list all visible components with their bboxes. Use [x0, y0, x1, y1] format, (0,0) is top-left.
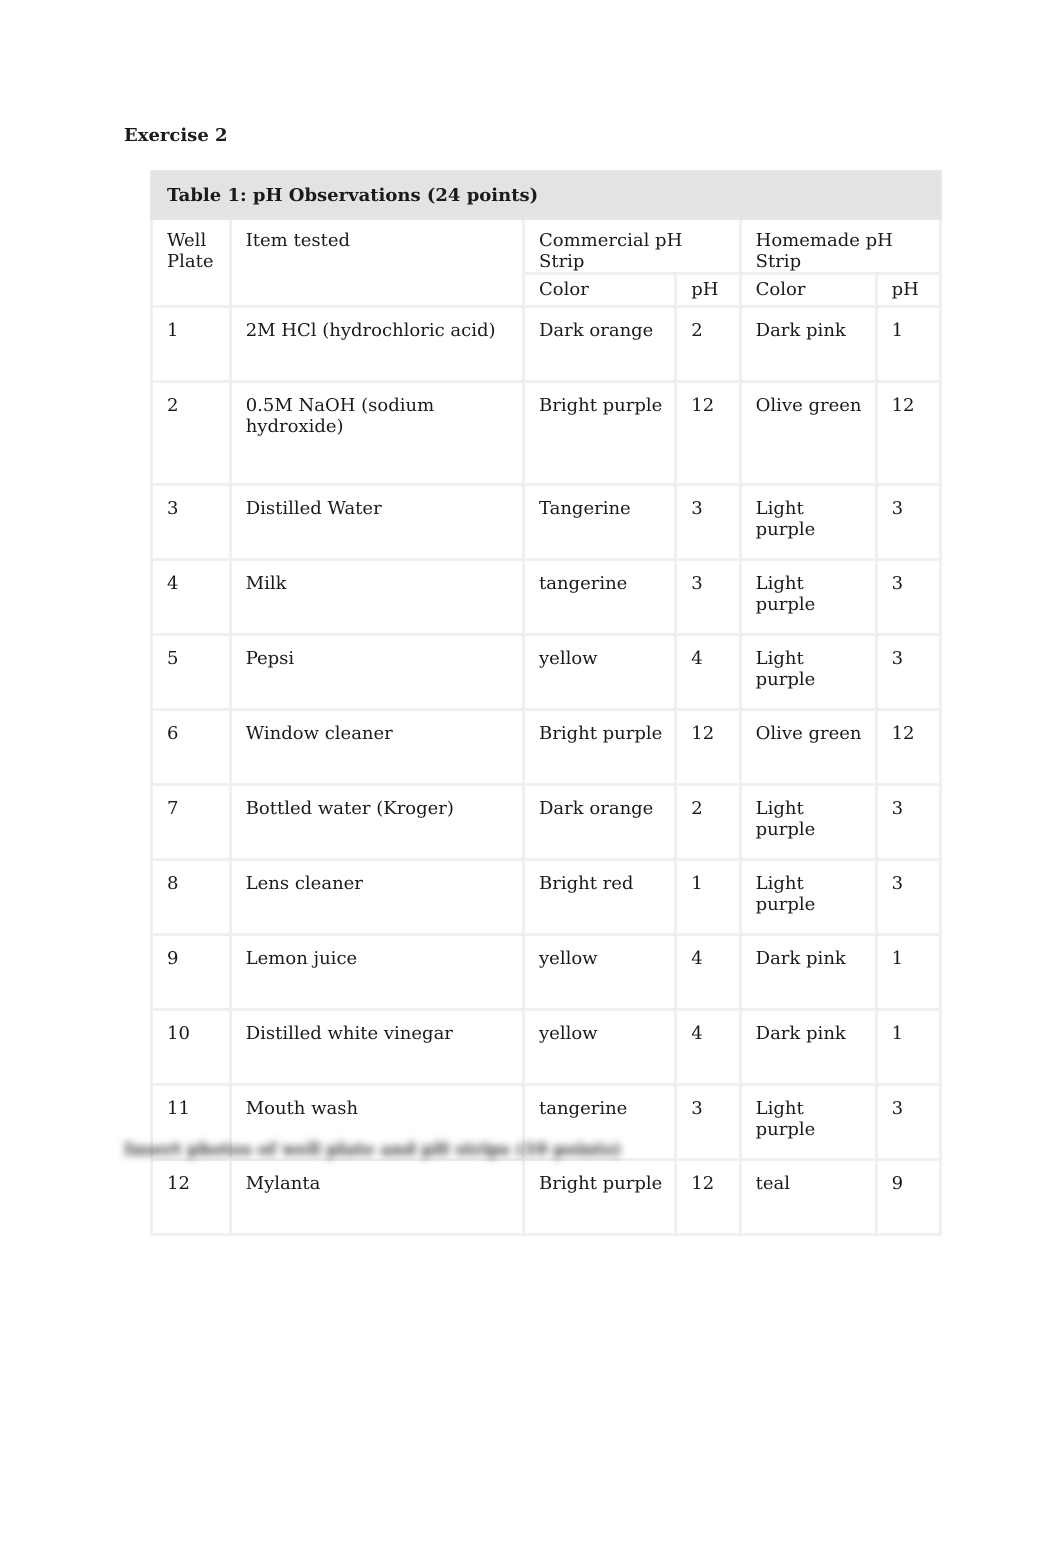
item-cell: 0.5M NaOH (sodium hydroxide)	[228, 380, 526, 486]
header-homemade-color: Color	[738, 272, 878, 308]
commercial-color-cell: tangerine	[521, 558, 678, 636]
homemade-color-cell: Dark pink	[738, 933, 878, 1011]
item-cell: Mylanta	[228, 1158, 526, 1236]
commercial-ph-cell: 4	[674, 933, 742, 1011]
homemade-ph-cell: 3	[874, 558, 943, 636]
commercial-color-cell: Bright red	[521, 858, 678, 936]
homemade-ph-cell: 1	[874, 305, 943, 383]
homemade-color-cell: Olive green	[738, 380, 878, 486]
commercial-color-cell: Tangerine	[521, 483, 678, 561]
homemade-color-cell: Light purple	[738, 633, 878, 711]
item-cell: Milk	[228, 558, 526, 636]
homemade-color-cell: Light purple	[738, 558, 878, 636]
table-row: 2 0.5M NaOH (sodium hydroxide) Bright purp…	[150, 380, 943, 486]
commercial-color-cell: Dark orange	[521, 783, 678, 861]
item-cell: Lemon juice	[228, 933, 526, 1011]
commercial-color-cell: yellow	[521, 1008, 678, 1086]
table-row: 5 Pepsi yellow 4 Light purple 3	[150, 633, 943, 711]
table-row: 12 Mylanta Bright purple 12 teal 9	[150, 1158, 943, 1236]
homemade-ph-cell: 1	[874, 1008, 943, 1086]
homemade-color-cell: Dark pink	[738, 1008, 878, 1086]
exercise-heading: Exercise 2	[124, 125, 228, 146]
blurred-instruction: Insert photos of well plate and pH strip…	[124, 1140, 621, 1160]
item-cell: Lens cleaner	[228, 858, 526, 936]
homemade-ph-cell: 3	[874, 483, 943, 561]
header-well-plate: Well Plate	[150, 217, 232, 308]
item-cell: Pepsi	[228, 633, 526, 711]
item-cell: Bottled water (Kroger)	[228, 783, 526, 861]
commercial-ph-cell: 12	[674, 708, 742, 786]
header-commercial-ph: pH	[674, 272, 742, 308]
header-homemade-ph: pH	[874, 272, 943, 308]
well-cell: 7	[150, 783, 232, 861]
homemade-color-cell: Light purple	[738, 483, 878, 561]
homemade-color-cell: Light purple	[738, 858, 878, 936]
header-commercial-strip: Commercial pH Strip	[522, 217, 742, 275]
well-cell: 5	[150, 633, 232, 711]
table-row: 10 Distilled white vinegar yellow 4 Dark pin…	[150, 1008, 943, 1086]
homemade-ph-cell: 3	[874, 858, 943, 936]
item-cell: Distilled Water	[228, 483, 526, 561]
well-cell: 6	[150, 708, 232, 786]
item-cell: Window cleaner	[228, 708, 526, 786]
table-caption: Table 1: pH Observations (24 points)	[150, 170, 942, 220]
table-row: 4 Milk tangerine 3 Light purple 3	[150, 558, 943, 636]
commercial-ph-cell: 3	[674, 558, 742, 636]
homemade-color-cell: Dark pink	[738, 305, 878, 383]
commercial-ph-cell: 1	[674, 858, 742, 936]
table-row: 3 Distilled Water Tangerine 3 Light purple 3	[150, 483, 943, 561]
well-cell: 8	[150, 858, 232, 936]
commercial-ph-cell: 4	[674, 633, 742, 711]
header-homemade-strip: Homemade pH Strip	[738, 217, 943, 275]
table-row: 6 Window cleaner Bright purple 12 Olive gree…	[150, 708, 943, 786]
table-row: 1 2M HCl (hydrochloric acid) Dark orange 2 D…	[150, 305, 943, 383]
homemade-ph-cell: 1	[874, 933, 943, 1011]
commercial-ph-cell: 12	[674, 380, 742, 486]
header-commercial-color: Color	[521, 272, 678, 308]
commercial-ph-cell: 12	[674, 1158, 742, 1236]
homemade-color-cell: Light purple	[738, 1083, 878, 1161]
commercial-ph-cell: 3	[674, 1083, 742, 1161]
header-row: Well Plate Item tested Commercial pH Str…	[150, 217, 943, 308]
well-cell: 4	[150, 558, 232, 636]
homemade-color-cell: Olive green	[738, 708, 878, 786]
homemade-ph-cell: 12	[874, 380, 943, 486]
commercial-ph-cell: 2	[674, 783, 742, 861]
item-cell: Distilled white vinegar	[228, 1008, 526, 1086]
well-cell: 12	[150, 1158, 232, 1236]
item-cell: 2M HCl (hydrochloric acid)	[228, 305, 526, 383]
well-cell: 2	[150, 380, 232, 486]
homemade-ph-cell: 3	[874, 1083, 943, 1161]
commercial-color-cell: Bright purple	[521, 1158, 678, 1236]
table-row: 8 Lens cleaner Bright red 1 Light purple 3	[150, 858, 943, 936]
homemade-ph-cell: 9	[874, 1158, 943, 1236]
ph-observations-table: Table 1: pH Observations (24 points) Wel…	[150, 170, 943, 1236]
commercial-ph-cell: 2	[674, 305, 742, 383]
table-row: 7 Bottled water (Kroger) Dark orange 2 Light…	[150, 783, 943, 861]
table-row: 9 Lemon juice yellow 4 Dark pink 1	[150, 933, 943, 1011]
commercial-color-cell: Bright purple	[521, 708, 678, 786]
homemade-ph-cell: 3	[874, 633, 943, 711]
well-cell: 1	[150, 305, 232, 383]
well-cell: 10	[150, 1008, 232, 1086]
homemade-ph-cell: 3	[874, 783, 943, 861]
commercial-color-cell: yellow	[521, 933, 678, 1011]
homemade-color-cell: teal	[738, 1158, 878, 1236]
table-caption-row: Table 1: pH Observations (24 points)	[150, 170, 942, 220]
commercial-color-cell: Dark orange	[521, 305, 678, 383]
commercial-ph-cell: 3	[674, 483, 742, 561]
well-cell: 9	[150, 933, 232, 1011]
commercial-color-cell: yellow	[521, 633, 678, 711]
header-item-tested: Item tested	[228, 217, 526, 308]
commercial-color-cell: Bright purple	[521, 380, 678, 486]
commercial-ph-cell: 4	[674, 1008, 742, 1086]
well-cell: 3	[150, 483, 232, 561]
homemade-ph-cell: 12	[874, 708, 943, 786]
homemade-color-cell: Light purple	[738, 783, 878, 861]
